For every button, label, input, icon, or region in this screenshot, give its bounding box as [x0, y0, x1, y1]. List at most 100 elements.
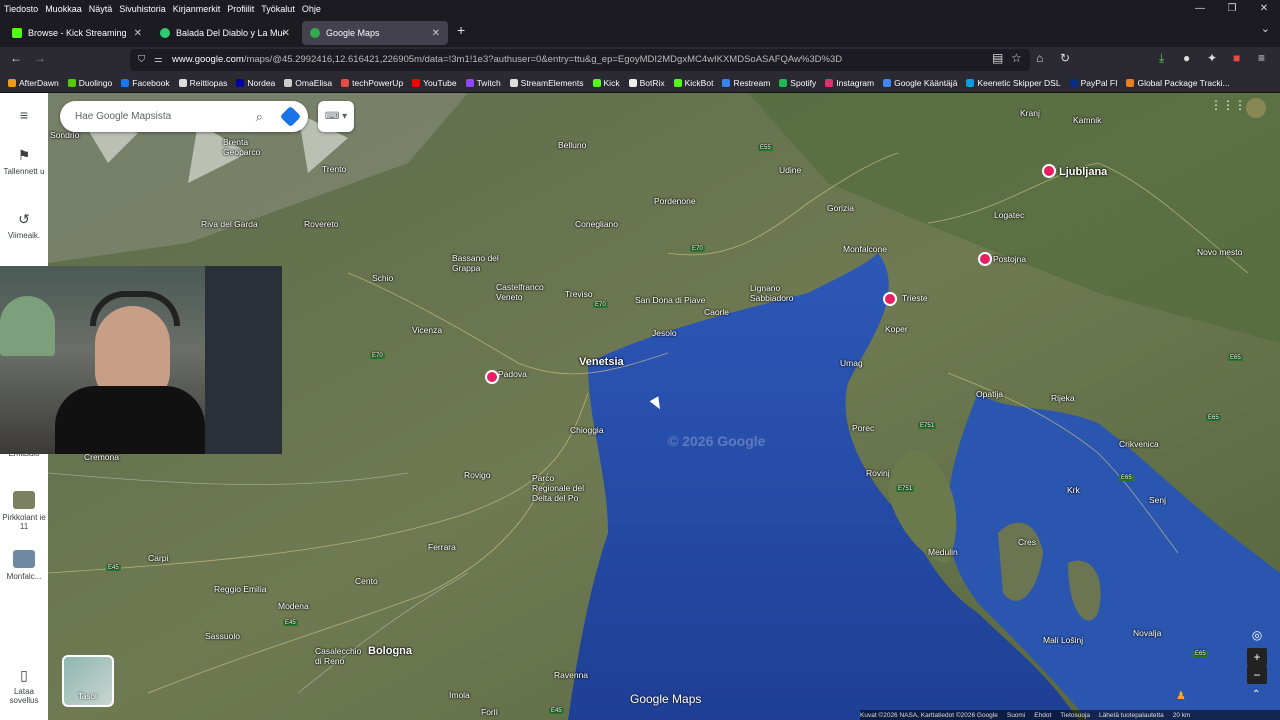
bookmark-item[interactable]: Duolingo [67, 78, 112, 88]
saved-place-pin[interactable] [883, 292, 897, 306]
map-label[interactable]: Modena [278, 601, 309, 611]
saved-place-pin[interactable] [1042, 164, 1056, 178]
menu-bookmarks[interactable]: Kirjanmerkit [173, 4, 221, 14]
map-label[interactable]: Monfalcone [843, 244, 887, 254]
bookmark-item[interactable]: Kick [592, 78, 620, 88]
map-label[interactable]: Imola [449, 690, 470, 700]
tab-kick[interactable]: Browse - Kick Streaming ✕ [4, 21, 150, 45]
map-label[interactable]: San Dona di Piave [635, 295, 705, 305]
bookmark-item[interactable]: Facebook [121, 78, 170, 88]
zoom-in-button[interactable]: + [1247, 648, 1267, 666]
map-label[interactable]: Ravenna [554, 670, 588, 680]
map-label[interactable]: Chioggia [570, 425, 604, 435]
map-label[interactable]: Rovereto [304, 219, 339, 229]
map-label[interactable]: Reggio Emilia [214, 584, 266, 594]
pegman-icon[interactable]: ♟ [1176, 689, 1186, 702]
recent-place-pirkkolantie[interactable]: Pirkkolant ie 11 [0, 491, 48, 531]
map-label[interactable]: Ljubljana [1059, 166, 1107, 178]
recent-place-monfalcone[interactable]: Monfalc... [0, 550, 48, 581]
download-icon[interactable]: ⤓ [1159, 51, 1164, 66]
search-icon[interactable]: ⌕ [256, 101, 263, 132]
map-label[interactable]: Kranj [1020, 108, 1040, 118]
bookmark-item[interactable]: Google Kääntäjä [883, 78, 957, 88]
map-label[interactable]: Medulin [928, 547, 958, 557]
menu-history[interactable]: Sivuhistoria [119, 4, 166, 14]
menu-profiles[interactable]: Profiilit [227, 4, 254, 14]
map-label[interactable]: Brenta Geoparco [223, 137, 283, 157]
tab-list-icon[interactable]: ⌄ [1261, 22, 1270, 35]
menu-button[interactable]: ≡ [0, 107, 48, 126]
close-tab-icon[interactable]: ✕ [282, 28, 290, 39]
bookmark-item[interactable]: Nordea [236, 78, 275, 88]
bookmark-item[interactable]: Reittiopas [178, 78, 227, 88]
menu-tools[interactable]: Työkalut [261, 4, 295, 14]
avatar[interactable] [1246, 98, 1266, 118]
map-label[interactable]: Umag [840, 358, 863, 368]
saved-button[interactable]: ⚑ Tallennett u [0, 147, 48, 176]
zoom-out-button[interactable]: − [1247, 666, 1267, 684]
map-label[interactable]: Logatec [994, 210, 1024, 220]
map-label[interactable]: Forlì [481, 707, 498, 717]
bookmark-item[interactable]: Instagram [825, 78, 874, 88]
bookmark-item[interactable]: Twitch [465, 78, 501, 88]
map-label[interactable]: Trento [322, 164, 346, 174]
reader-icon[interactable]: ▤ [992, 51, 1003, 65]
map-label[interactable]: Gorizia [827, 203, 854, 213]
map-label[interactable]: Casalecchio di Reno [315, 646, 361, 666]
map-label[interactable]: Senj [1149, 495, 1166, 505]
bookmark-item[interactable]: Global Package Tracki... [1126, 78, 1230, 88]
url-bar[interactable]: ⛉ ⚌ www.google.com/maps/@45.2992416,12.6… [130, 49, 1030, 71]
bookmark-item[interactable]: PayPal FI [1069, 78, 1117, 88]
menu-edit[interactable]: Muokkaa [45, 4, 82, 14]
menu-file[interactable]: Tiedosto [4, 4, 38, 14]
map-label[interactable]: Schio [372, 273, 393, 283]
map-label[interactable]: Belluno [558, 140, 586, 150]
map-label[interactable]: Rovinj [866, 468, 890, 478]
forward-icon[interactable]: → [34, 51, 46, 65]
directions-icon[interactable] [279, 105, 302, 128]
bookmark-item[interactable]: KickBot [673, 78, 713, 88]
tab-balada[interactable]: Balada Del Diablo y La Muerte ✕ [152, 21, 298, 45]
map-label[interactable]: Novo mesto [1197, 247, 1242, 257]
map-label[interactable]: Rijeka [1051, 393, 1075, 403]
map-label[interactable]: Opatija [976, 389, 1003, 399]
map-label[interactable]: Koper [885, 324, 908, 334]
saved-place-pin[interactable] [978, 252, 992, 266]
privacy-link[interactable]: Tietosuoja [1060, 712, 1090, 719]
bookmark-item[interactable]: AfterDawn [8, 78, 59, 88]
map-label[interactable]: Pordenone [654, 196, 696, 206]
map-label[interactable]: Vicenza [412, 325, 442, 335]
expand-icon[interactable]: ⌃ [1252, 689, 1260, 700]
reload-icon[interactable]: ↻ [1060, 51, 1070, 65]
map-label[interactable]: Conegliano [575, 219, 618, 229]
map-label[interactable]: Caorle [704, 307, 729, 317]
map-label[interactable]: Crikvenica [1119, 439, 1159, 449]
bookmark-item[interactable]: BotRix [628, 78, 665, 88]
map-label[interactable]: Castelfranco Veneto [496, 282, 556, 302]
bookmark-item[interactable]: Keenetic Skipper DSL [966, 78, 1061, 88]
map-label[interactable]: Parco Regionale del Delta del Po [532, 473, 592, 503]
input-tools-button[interactable]: ⌨ ▾ [318, 101, 354, 132]
map-label[interactable]: Bassano del Grappa [452, 253, 512, 273]
map-label[interactable]: Venetsia [579, 356, 624, 368]
bookmark-item[interactable]: StreamElements [509, 78, 584, 88]
back-icon[interactable]: ← [10, 51, 22, 65]
extension-badge-icon[interactable]: ■ [1233, 51, 1240, 65]
map-label[interactable]: Cres [1018, 537, 1036, 547]
map-label[interactable]: Kamnik [1073, 115, 1101, 125]
map-label[interactable]: Trieste [902, 293, 928, 303]
country-link[interactable]: Suomi [1007, 712, 1025, 719]
map-label[interactable]: Porec [852, 423, 874, 433]
star-icon[interactable]: ☆ [1011, 51, 1022, 65]
map-label[interactable]: Bologna [368, 645, 412, 657]
bookmark-item[interactable]: OmaElisa [284, 78, 332, 88]
map-label[interactable]: Sassuolo [205, 631, 240, 641]
map-label[interactable]: Mali Lošinj [1043, 635, 1083, 645]
bookmark-item[interactable]: YouTube [412, 78, 457, 88]
map-label[interactable]: Udine [779, 165, 801, 175]
map-label[interactable]: Treviso [565, 289, 593, 299]
map-label[interactable]: Novalja [1133, 628, 1161, 638]
map-label[interactable]: Lignano Sabbiadoro [750, 283, 810, 303]
menu-view[interactable]: Näytä [89, 4, 113, 14]
bookmark-item[interactable]: Restream [722, 78, 770, 88]
